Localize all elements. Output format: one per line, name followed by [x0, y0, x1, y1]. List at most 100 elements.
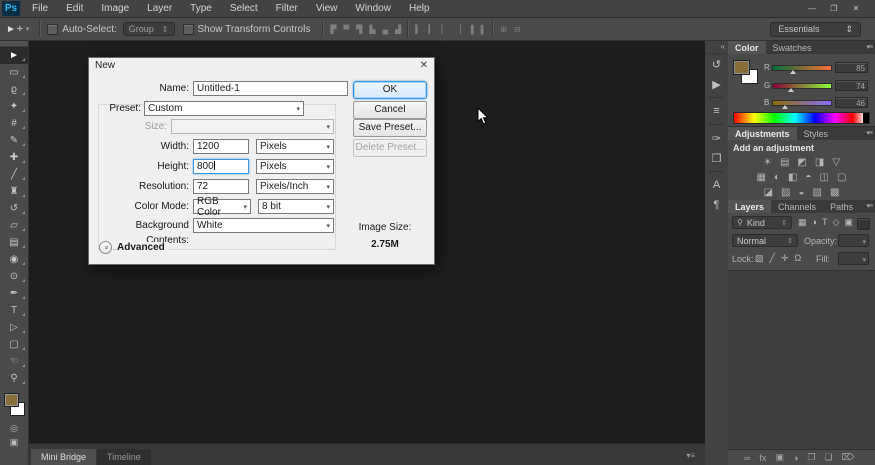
posterize-icon[interactable]: ▨ — [781, 187, 790, 199]
panel-tab[interactable]: Adjustments — [728, 127, 797, 140]
tool-preset-caret-icon[interactable]: ▾ — [26, 25, 30, 33]
show-transform-checkbox[interactable] — [183, 24, 194, 35]
foreground-color-swatch[interactable] — [4, 393, 19, 407]
close-button[interactable]: ✕ — [845, 1, 867, 16]
curves-icon[interactable]: ◩ — [797, 157, 806, 169]
marquee-tool[interactable]: ▭ — [0, 64, 28, 81]
panel-tab[interactable]: Channels — [771, 200, 823, 213]
blue-slider-thumb[interactable] — [782, 105, 788, 109]
auto-align-icon[interactable]: ⊞ — [500, 25, 507, 34]
align-bottom-edges-icon[interactable]: ▜ — [356, 25, 362, 34]
dialog-close-icon[interactable]: ✕ — [420, 60, 428, 71]
workspace-switcher[interactable]: Essentials⇕ — [770, 22, 861, 37]
panel-menu-icon[interactable]: ▾≡ — [866, 43, 872, 51]
dialog-title-bar[interactable]: New ✕ — [89, 58, 434, 74]
panel-tab[interactable]: Swatches — [766, 41, 819, 54]
green-value-field[interactable]: 74 — [835, 80, 868, 91]
green-slider[interactable] — [772, 83, 832, 89]
quick-selection-tool[interactable]: ✦ — [0, 98, 28, 115]
panel-menu-icon[interactable]: ▾≡ — [866, 129, 872, 137]
selective-color-icon[interactable]: ▧ — [813, 187, 822, 199]
menu-item[interactable]: Type — [181, 0, 221, 17]
blur-tool[interactable]: ◉ — [0, 251, 28, 268]
delete-preset-button[interactable]: Delete Preset... — [353, 139, 427, 157]
invert-icon[interactable]: ◪ — [764, 187, 773, 199]
history-icon[interactable]: ↺ — [705, 54, 728, 74]
link-layers-icon[interactable]: ∞ — [744, 453, 750, 463]
distribute-top-edges-icon[interactable]: ▍ — [415, 25, 421, 34]
name-field[interactable]: Untitled-1 — [193, 81, 348, 96]
filter-adjustment-layers-icon[interactable]: ◑ — [812, 217, 817, 228]
vibrance-icon[interactable]: ▽ — [832, 157, 840, 169]
cancel-button[interactable]: Cancel — [353, 101, 427, 119]
align-top-edges-icon[interactable]: ▛ — [330, 25, 336, 34]
channel-mixer-icon[interactable]: ◫ — [820, 172, 829, 184]
distribute-vertical-centers-icon[interactable]: ▎ — [428, 25, 434, 34]
red-slider-thumb[interactable] — [790, 70, 796, 74]
gradient-map-icon[interactable]: ▩ — [830, 187, 839, 199]
properties-icon[interactable]: ≡ — [705, 101, 728, 121]
panel-menu-icon[interactable]: ▾≡ — [866, 202, 872, 210]
menu-item[interactable]: Select — [221, 0, 267, 17]
blue-slider[interactable] — [772, 100, 832, 106]
path-selection-tool[interactable]: ▷ — [0, 319, 28, 336]
color-lookup-icon[interactable]: ▢ — [837, 172, 846, 184]
filter-pixel-layers-icon[interactable]: ▦ — [798, 217, 807, 228]
filter-toggle[interactable] — [857, 218, 870, 230]
preset-dropdown[interactable]: Custom▾ — [144, 101, 304, 116]
dodge-tool[interactable]: ⊙ — [0, 268, 28, 285]
layers-list[interactable] — [728, 270, 875, 449]
zoom-tool[interactable]: ⚲ — [0, 370, 28, 387]
panel-tab[interactable]: Styles — [797, 127, 836, 140]
eraser-tool[interactable]: ▱ — [0, 217, 28, 234]
advanced-label[interactable]: Advanced — [117, 242, 169, 253]
height-field[interactable]: 800 — [193, 159, 249, 174]
move-tool[interactable]: ► — [0, 47, 28, 64]
auto-select-checkbox[interactable] — [47, 24, 58, 35]
arrange-3d-icon[interactable]: ⊟ — [514, 25, 521, 34]
color-mode-dropdown[interactable]: RGB Color▾ — [193, 199, 251, 214]
menu-item[interactable]: Filter — [267, 0, 307, 17]
menu-item[interactable]: Layer — [138, 0, 181, 17]
align-right-edges-icon[interactable]: ▟ — [395, 25, 401, 34]
new-group-icon[interactable]: ❐ — [807, 452, 815, 463]
restore-button[interactable]: ❐ — [823, 1, 845, 16]
green-slider-thumb[interactable] — [788, 88, 794, 92]
distribute-horizontal-centers-icon[interactable]: ▐ — [468, 25, 474, 34]
layer-effects-icon[interactable]: fx — [759, 453, 766, 463]
brightness-contrast-icon[interactable]: ☀ — [763, 157, 772, 169]
opacity-field[interactable]: ▾ — [838, 234, 869, 247]
clone-source-icon[interactable]: ❒ — [705, 148, 728, 168]
menu-item[interactable]: View — [307, 0, 347, 17]
lock-transparency-icon[interactable]: ▨ — [755, 253, 764, 264]
menu-item[interactable]: Help — [400, 0, 439, 17]
panel-tab[interactable]: Paths — [823, 200, 860, 213]
filter-shape-layers-icon[interactable]: ◇ — [832, 217, 839, 228]
add-layer-mask-icon[interactable]: ▣ — [775, 452, 784, 463]
menu-item[interactable]: Window — [346, 0, 400, 17]
foreground-color-swatch[interactable] — [733, 60, 750, 75]
crop-tool[interactable]: # — [0, 115, 28, 132]
save-preset-button[interactable]: Save Preset... — [353, 119, 427, 137]
actions-icon[interactable]: ▶ — [705, 74, 728, 94]
lock-position-icon[interactable]: ✛ — [781, 253, 789, 264]
new-layer-icon[interactable]: ❏ — [824, 452, 832, 463]
align-vertical-centers-icon[interactable]: ▀ — [343, 25, 349, 34]
lock-pixels-icon[interactable]: ╱ — [770, 253, 775, 264]
paragraph-icon[interactable]: ¶ — [705, 195, 728, 215]
hand-tool[interactable]: ☜ — [0, 353, 28, 370]
clone-stamp-tool[interactable]: ♜ — [0, 183, 28, 200]
distribute-left-edges-icon[interactable]: ▕ — [455, 25, 461, 34]
photo-filter-icon[interactable]: ◓ — [806, 172, 812, 184]
auto-select-group-dropdown[interactable]: Group⇕ — [123, 22, 175, 36]
width-unit-dropdown[interactable]: Pixels▾ — [256, 139, 334, 154]
pen-tool[interactable]: ✒ — [0, 285, 28, 302]
black-white-icon[interactable]: ◧ — [788, 172, 797, 184]
character-icon[interactable]: A — [705, 175, 728, 195]
width-field[interactable]: 1200 — [193, 139, 249, 154]
brush-presets-icon[interactable]: ✑ — [705, 128, 728, 148]
resolution-field[interactable]: 72 — [193, 179, 249, 194]
lock-all-icon[interactable]: Ω — [794, 253, 801, 264]
fill-field[interactable]: ▾ — [838, 252, 869, 265]
resolution-unit-dropdown[interactable]: Pixels/Inch▾ — [256, 179, 334, 194]
